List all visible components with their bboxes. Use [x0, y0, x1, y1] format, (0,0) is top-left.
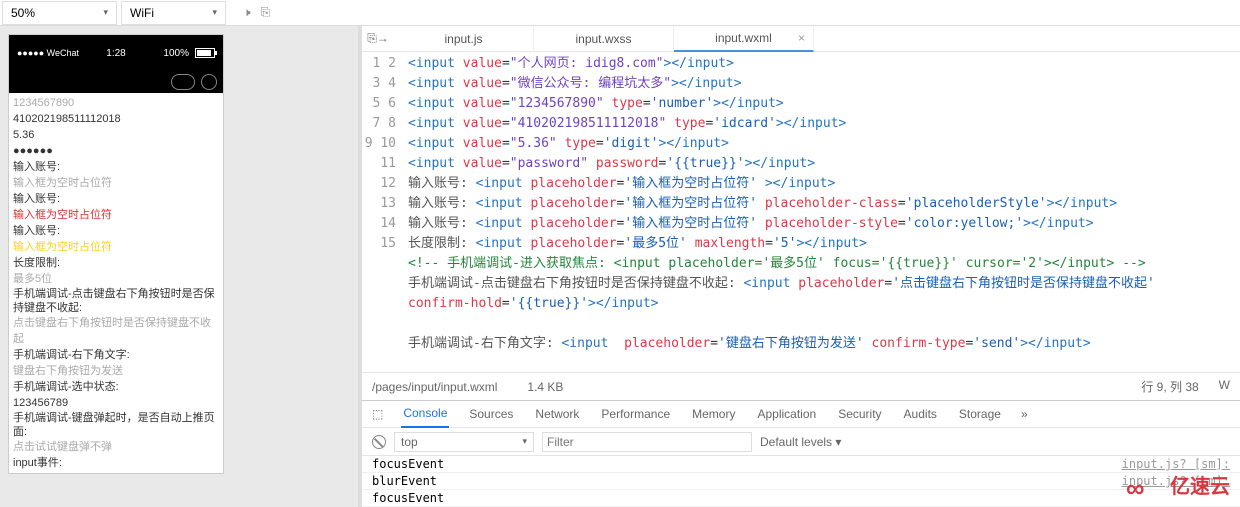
list-item: 123456789	[13, 395, 219, 411]
console-line[interactable]: blurEvent input.js? [sm]:	[362, 473, 1240, 490]
status-battery-pct: 100%	[163, 48, 189, 59]
menu-dots-icon[interactable]: •••	[171, 74, 195, 90]
list-item: 手机端调试-右下角文字:	[13, 347, 219, 363]
rotate-icon[interactable]: ⎘	[261, 5, 271, 20]
battery-icon	[195, 48, 215, 58]
close-icon[interactable]: ×	[798, 31, 805, 45]
tab-security[interactable]: Security	[836, 407, 883, 421]
watermark: 亿速云	[1126, 470, 1230, 499]
list-item: 410202198511112018	[13, 111, 219, 127]
console-line[interactable]: focusEvent	[362, 490, 1240, 507]
tab-application[interactable]: Application	[755, 407, 818, 421]
list-item: 长度限制:	[13, 255, 219, 271]
list-item: 手机端调试-键盘弹起时，是否自动上推页面:	[13, 411, 219, 439]
list-item: 输入账号:	[13, 223, 219, 239]
list-item: 手机端调试-点击键盘右下角按钮时是否保持键盘不收起:	[13, 287, 219, 315]
tab-console[interactable]: Console	[401, 400, 449, 428]
cursor-position: 行 9, 列 38	[1141, 378, 1198, 395]
cloud-icon	[1126, 473, 1166, 497]
editor-tabs: input.js input.wxss input.wxml ×	[394, 26, 814, 52]
tab-memory[interactable]: Memory	[690, 407, 737, 421]
console-line[interactable]: focusEvent input.js? [sm]:	[362, 456, 1240, 473]
simulator-panel: ●●●●● WeChat 1:28 100% ••• 1234567890 41…	[0, 26, 358, 507]
context-select[interactable]: top▾	[394, 432, 534, 452]
phone-preview: ●●●●● WeChat 1:28 100% ••• 1234567890 41…	[8, 34, 224, 474]
log-src[interactable]: input.js? [sm]:	[1122, 457, 1230, 471]
levels-select[interactable]: Default levels ▾	[760, 435, 841, 449]
line-gutter: 1 2 3 4 5 6 7 8 9 10 11 12 13 14 15	[362, 52, 408, 372]
more-icon[interactable]: »	[1021, 407, 1028, 421]
status-time: 1:28	[106, 48, 125, 59]
tab-label: input.wxml	[715, 31, 772, 45]
list-item: 输入账号:	[13, 191, 219, 207]
list-item: 5.36	[13, 127, 219, 143]
editor-status-bar: /pages/input/input.wxml 1.4 KB 行 9, 列 38…	[362, 372, 1240, 400]
console-output: focusEvent input.js? [sm]: blurEvent inp…	[362, 456, 1240, 507]
tab-sources[interactable]: Sources	[467, 407, 515, 421]
tab-input-wxml[interactable]: input.wxml ×	[674, 26, 814, 52]
code-area[interactable]: <input value="个人网页: idig8.com"></input> …	[408, 52, 1240, 372]
inspect-icon[interactable]: ⬚	[372, 407, 383, 421]
list-item: 输入框为空时占位符	[13, 207, 219, 223]
mute-icon[interactable]: 🕨	[243, 5, 251, 20]
phone-status-bar: ●●●●● WeChat 1:28 100%	[9, 35, 223, 71]
chevron-down-icon: ▾	[212, 7, 217, 18]
list-item: 最多5位	[13, 271, 219, 287]
tab-audits[interactable]: Audits	[902, 407, 939, 421]
log-msg: focusEvent	[372, 457, 444, 471]
clear-console-icon[interactable]	[372, 435, 386, 449]
tab-performance[interactable]: Performance	[599, 407, 672, 421]
list-item: ●●●●●●	[13, 143, 219, 159]
list-item: 点击键盘右下角按钮时是否保持键盘不收起	[13, 315, 219, 347]
chevron-down-icon: ▾	[103, 7, 108, 18]
list-item: 手机端调试-选中状态:	[13, 379, 219, 395]
log-msg: focusEvent	[372, 491, 444, 505]
zoom-select[interactable]: 50% ▾	[2, 1, 117, 25]
zoom-value: 50%	[11, 6, 35, 20]
list-item: 点击试试键盘弹不弹	[13, 439, 219, 455]
tab-label: input.wxss	[575, 32, 631, 46]
tab-label: input.js	[444, 32, 482, 46]
console-filter-row: top▾ Default levels ▾	[362, 428, 1240, 456]
list-item: 输入框为空时占位符	[13, 175, 219, 191]
file-lang: W	[1219, 378, 1230, 395]
list-item: 1234567890	[13, 95, 219, 111]
tab-input-wxss[interactable]: input.wxss	[534, 26, 674, 52]
tab-network[interactable]: Network	[533, 407, 581, 421]
log-msg: blurEvent	[372, 474, 437, 488]
toggle-sidebar-icon[interactable]: ⎘→	[362, 31, 394, 46]
file-size: 1.4 KB	[527, 380, 563, 394]
tab-input-js[interactable]: input.js	[394, 26, 534, 52]
devtools-tabs: ⬚ Console Sources Network Performance Me…	[362, 400, 1240, 428]
list-item: 输入框为空时占位符	[13, 239, 219, 255]
phone-content: 1234567890 410202198511112018 5.36 ●●●●●…	[9, 93, 223, 473]
network-value: WiFi	[130, 6, 154, 20]
tab-storage[interactable]: Storage	[957, 407, 1003, 421]
list-item: 输入账号:	[13, 159, 219, 175]
list-item: input事件:	[13, 455, 219, 471]
target-icon[interactable]	[201, 74, 217, 90]
file-path: /pages/input/input.wxml	[372, 380, 497, 394]
filter-input[interactable]	[542, 432, 752, 452]
list-item: 键盘右下角按钮为发送	[13, 363, 219, 379]
network-select[interactable]: WiFi ▾	[121, 1, 226, 25]
status-carrier: ●●●●● WeChat	[17, 48, 79, 58]
code-editor[interactable]: 1 2 3 4 5 6 7 8 9 10 11 12 13 14 15 <inp…	[362, 52, 1240, 372]
